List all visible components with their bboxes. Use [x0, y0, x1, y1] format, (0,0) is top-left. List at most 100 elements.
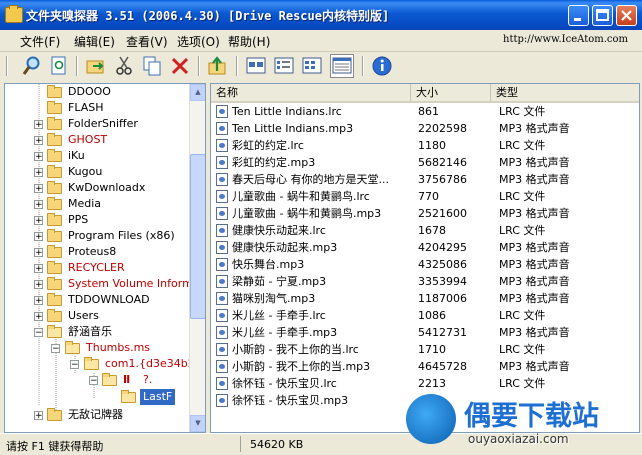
media-file-icon [216, 326, 228, 339]
file-row[interactable]: 米儿丝 - 手牵手.lrc 1086 LRC 文件 [211, 307, 639, 324]
tree-item[interactable]: + Program Files (x86) [5, 228, 189, 244]
file-row[interactable]: Ten Little Indians.lrc 861 LRC 文件 [211, 103, 639, 120]
toolbar-grip [6, 56, 8, 76]
file-size: 861 [418, 105, 439, 118]
move-to-folder-button[interactable] [84, 54, 108, 78]
scroll-thumb[interactable] [190, 154, 205, 319]
menu-options[interactable]: 选项(O) [177, 33, 220, 50]
expand-plus-icon[interactable]: + [34, 120, 43, 130]
tree-item[interactable]: DDOOO [5, 84, 189, 100]
tree-item[interactable]: + RECYCLER [5, 260, 189, 276]
file-row[interactable]: 儿童歌曲 - 蜗牛和黄鹂鸟.mp3 2521600 MP3 格式声音 [211, 205, 639, 222]
tree-item[interactable]: + Proteus8 [5, 244, 189, 260]
tree-item[interactable]: + iKu [5, 148, 189, 164]
column-header-size[interactable]: 大小 [411, 84, 491, 101]
file-row[interactable]: 小斯韵 - 我不上你的当.lrc 1710 LRC 文件 [211, 341, 639, 358]
tree-item[interactable]: − com1.{d3e34b21 [5, 356, 202, 372]
scroll-down-arrow-icon[interactable]: ▼ [190, 415, 205, 432]
maximize-button[interactable] [592, 5, 613, 26]
collapse-minus-icon[interactable]: − [89, 376, 98, 386]
tree-item[interactable]: + PPS [5, 212, 189, 228]
title-bar[interactable]: 文件夹嗅探器 3.51 (2006.4.30) [Drive Rescue内核特… [0, 0, 642, 30]
minimize-button[interactable] [568, 5, 589, 26]
menu-view[interactable]: 查看(V) [126, 33, 168, 50]
tree-scrollbar[interactable]: ▲ ▼ [189, 84, 205, 432]
file-type: MP3 格式声音 [499, 122, 570, 135]
small-icons-view-button[interactable] [272, 54, 296, 78]
file-type: MP3 格式声音 [499, 207, 570, 220]
website-link[interactable]: http://www.IceAtom.com [503, 34, 628, 45]
expand-plus-icon[interactable]: + [34, 184, 43, 194]
tree-item[interactable]: FLASH [5, 100, 189, 116]
file-row[interactable]: 梁静茹 - 宁夏.mp3 3353994 MP3 格式声音 [211, 273, 639, 290]
tree-item[interactable]: − Thumbs.ms [5, 340, 189, 356]
expand-plus-icon[interactable]: + [34, 232, 43, 242]
file-row[interactable]: 快乐舞台.mp3 4325086 MP3 格式声音 [211, 256, 639, 273]
media-file-icon [216, 139, 228, 152]
file-row[interactable]: 徐怀钰 - 快乐宝贝.lrc 2213 LRC 文件 [211, 375, 639, 392]
expand-plus-icon[interactable]: + [34, 312, 43, 322]
file-row[interactable]: 米儿丝 - 手牵手.mp3 5412731 MP3 格式声音 [211, 324, 639, 341]
file-row[interactable]: 小斯韵 - 我不上你的当.mp3 4645728 MP3 格式声音 [211, 358, 639, 375]
file-list[interactable]: 名称 大小 类型 Ten Little Indians.lrc 861 LRC 文件… [210, 83, 640, 433]
details-view-button[interactable] [330, 54, 354, 78]
tree-item[interactable]: + FolderSniffer [5, 116, 189, 132]
expand-plus-icon[interactable]: + [34, 296, 43, 306]
expand-plus-icon[interactable]: + [34, 248, 43, 258]
file-row[interactable]: 儿童歌曲 - 蜗牛和黄鹂鸟.lrc 770 LRC 文件 [211, 188, 639, 205]
expand-plus-icon[interactable]: + [34, 216, 43, 226]
file-type: MP3 格式声音 [499, 360, 570, 373]
file-row[interactable]: 猫咪别淘气.mp3 1187006 MP3 格式声音 [211, 290, 639, 307]
scroll-up-arrow-icon[interactable]: ▲ [190, 84, 205, 101]
file-row[interactable]: 春天后母心 有你的地方是天堂... 3756786 MP3 格式声音 [211, 171, 639, 188]
column-header-type[interactable]: 类型 [491, 84, 639, 101]
tree-item[interactable]: + TDDOWNLOAD [5, 292, 189, 308]
collapse-minus-icon[interactable]: − [34, 328, 43, 338]
file-row[interactable]: 彩虹的约定.mp3 5682146 MP3 格式声音 [211, 154, 639, 171]
expand-plus-icon[interactable]: + [34, 264, 43, 274]
up-folder-button[interactable] [206, 54, 230, 78]
expand-plus-icon[interactable]: + [34, 280, 43, 290]
document-search-icon [51, 56, 66, 75]
file-row[interactable]: Ten Little Indians.mp3 2202598 MP3 格式声音 [211, 120, 639, 137]
expand-plus-icon[interactable]: + [34, 411, 43, 421]
file-type: LRC 文件 [499, 105, 546, 118]
file-row[interactable]: 健康快乐动起来.lrc 1678 LRC 文件 [211, 222, 639, 239]
collapse-minus-icon[interactable]: − [70, 360, 79, 370]
folder-icon [47, 277, 62, 290]
file-row[interactable]: 健康快乐动起来.mp3 4204295 MP3 格式声音 [211, 239, 639, 256]
expand-plus-icon[interactable]: + [34, 136, 43, 146]
tree-item[interactable]: + Media [5, 196, 189, 212]
search-button[interactable] [20, 54, 44, 78]
tree-item[interactable]: + GHOST [5, 132, 189, 148]
tree-item-selected[interactable]: LastF [5, 389, 189, 405]
refresh-button[interactable] [47, 54, 71, 78]
media-file-icon [216, 105, 228, 118]
menu-file[interactable]: 文件(F) [20, 33, 60, 50]
tree-item[interactable]: − 舒涵音乐 [5, 324, 189, 340]
menu-help[interactable]: 帮助(H) [228, 33, 270, 50]
file-row[interactable]: 彩虹的约定.lrc 1180 LRC 文件 [211, 137, 639, 154]
tree-item[interactable]: − Ⅱ ?. [5, 372, 189, 388]
folder-tree[interactable]: DDOOO FLASH + FolderSniffer + GHOST + iK… [4, 83, 206, 433]
delete-button[interactable] [168, 54, 192, 78]
close-button[interactable] [616, 5, 637, 26]
tree-item[interactable]: + Kugou [5, 164, 189, 180]
large-icons-view-button[interactable] [244, 54, 268, 78]
list-view-button[interactable] [300, 54, 324, 78]
tree-item[interactable]: + Users [5, 308, 189, 324]
tree-item[interactable]: + KwDownloadx [5, 180, 189, 196]
copy-button[interactable] [140, 54, 164, 78]
cut-button[interactable] [112, 54, 136, 78]
collapse-minus-icon[interactable]: − [51, 344, 60, 354]
tree-item[interactable]: + 无敌记牌器 [5, 407, 189, 423]
expand-plus-icon[interactable]: + [34, 168, 43, 178]
column-header-name[interactable]: 名称 [211, 84, 411, 101]
about-button[interactable] [370, 54, 394, 78]
expand-plus-icon[interactable]: + [34, 152, 43, 162]
expand-plus-icon[interactable]: + [34, 200, 43, 210]
file-name: 儿童歌曲 - 蜗牛和黄鹂鸟.mp3 [232, 207, 382, 220]
menu-edit[interactable]: 编辑(E) [74, 33, 115, 50]
close-icon [621, 10, 632, 21]
tree-item[interactable]: + System Volume Informatio [5, 276, 205, 292]
